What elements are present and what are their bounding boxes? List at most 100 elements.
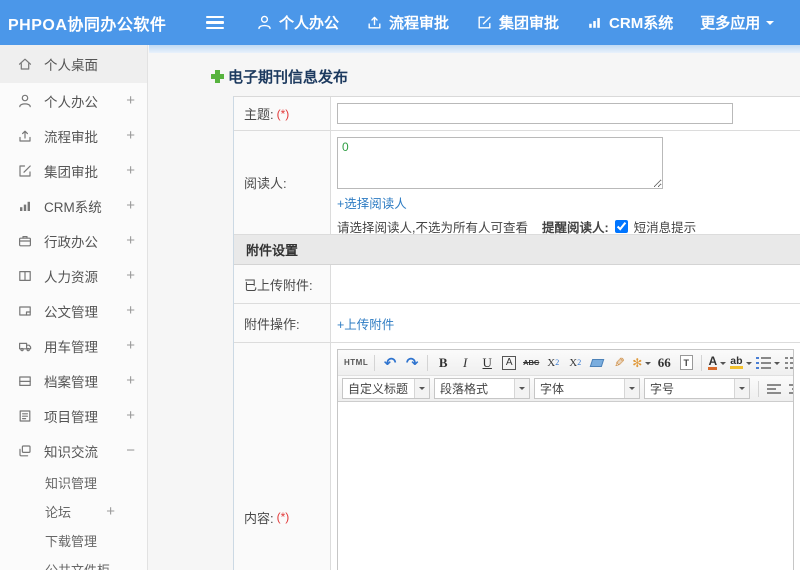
attachment-ops-label-cell: 附件操作: xyxy=(234,304,331,342)
expand-icon[interactable]: + xyxy=(126,372,135,389)
paragraph-format-select[interactable]: 段落格式 xyxy=(434,378,530,399)
nav-personal-office[interactable]: 个人办公 xyxy=(256,12,339,33)
sidebar-item-group-approval[interactable]: 集团审批 + xyxy=(0,153,147,188)
sidebar-item-document-mgmt[interactable]: 公文管理 + xyxy=(0,293,147,328)
eraser-button[interactable] xyxy=(587,353,607,373)
sidebar-item-admin-office[interactable]: 行政办公 + xyxy=(0,223,147,258)
sidebar-item-archive-mgmt[interactable]: 档案管理 + xyxy=(0,363,147,398)
sidebar-item-personal-office[interactable]: 个人办公 + xyxy=(0,83,147,118)
person-icon xyxy=(19,94,31,107)
required-mark: (*) xyxy=(276,510,290,524)
autoformat-button[interactable] xyxy=(631,353,652,373)
add-plus-icon xyxy=(211,70,224,83)
sidebar-item-hr[interactable]: 人力资源 + xyxy=(0,258,147,293)
sidebar-item-label: 行政办公 xyxy=(44,234,98,250)
menu-toggle-icon[interactable] xyxy=(206,15,224,30)
sidebar-subitem-forum[interactable]: 论坛 + xyxy=(0,497,147,526)
sidebar-item-project-mgmt[interactable]: 项目管理 + xyxy=(0,398,147,433)
ordered-list-icon xyxy=(755,356,771,369)
truck-icon xyxy=(19,342,32,351)
nav-more-apps[interactable]: 更多应用 xyxy=(700,12,775,33)
caret-down-icon xyxy=(624,379,639,398)
expand-icon[interactable]: + xyxy=(126,197,135,214)
caret-down-icon xyxy=(414,379,429,398)
sidebar-item-workflow-approval[interactable]: 流程审批 + xyxy=(0,118,147,153)
sidebar-subitem-public-cabinet[interactable]: 公共文件柜 xyxy=(0,555,147,570)
edit-square-icon xyxy=(478,16,491,29)
expand-icon[interactable]: + xyxy=(126,92,135,109)
sidebar-subitem-download-mgmt[interactable]: 下载管理 xyxy=(0,526,147,555)
nav-crm-system[interactable]: CRM系统 xyxy=(586,12,673,33)
size-select-value: 字号 xyxy=(650,382,675,396)
nav-workflow-approval[interactable]: 流程审批 xyxy=(366,12,449,33)
bar-chart-icon xyxy=(20,201,30,211)
editor-toolbar-row2: 自定义标题 段落格式 字体 字号 xyxy=(338,376,793,402)
uploaded-attachments-value xyxy=(331,265,800,303)
font-size-select[interactable]: 字号 xyxy=(644,378,750,399)
font-family-select[interactable]: 字体 xyxy=(534,378,640,399)
html-source-button[interactable]: HTML xyxy=(343,353,369,373)
nav-label: 流程审批 xyxy=(389,15,450,32)
align-left-button[interactable] xyxy=(764,379,784,399)
readers-label-cell: 阅读人: xyxy=(234,131,331,234)
paste-text-button[interactable] xyxy=(676,353,696,373)
subscript-button[interactable]: X2 xyxy=(565,353,585,373)
expand-icon[interactable]: + xyxy=(126,302,135,319)
sidebar-item-desktop[interactable]: 个人桌面 xyxy=(0,45,147,83)
align-center-button[interactable] xyxy=(786,379,793,399)
subject-input[interactable] xyxy=(337,103,733,124)
expand-icon[interactable]: + xyxy=(126,127,135,144)
sidebar-subitem-label: 公共文件柜 xyxy=(45,560,115,570)
expand-icon[interactable]: + xyxy=(126,407,135,424)
caret-down-icon xyxy=(773,361,780,368)
bold-button[interactable]: B xyxy=(433,353,453,373)
select-readers-link[interactable]: +选择阅读人 xyxy=(337,193,407,212)
subject-row: 主题: (*) xyxy=(234,97,800,131)
home-icon xyxy=(18,58,32,70)
expand-icon[interactable]: + xyxy=(106,503,115,520)
strikethrough-button[interactable]: ABC xyxy=(521,353,541,373)
sidebar-item-crm[interactable]: CRM系统 + xyxy=(0,188,147,223)
sidebar-subitem-knowledge-mgmt[interactable]: 知识管理 xyxy=(0,468,147,497)
heading-select[interactable]: 自定义标题 xyxy=(342,378,430,399)
sidebar-item-knowledge-exchange[interactable]: 知识交流 − xyxy=(0,433,147,468)
unordered-list-button[interactable] xyxy=(783,353,793,373)
format-painter-button[interactable] xyxy=(609,353,629,373)
font-style-button[interactable]: A xyxy=(499,353,519,373)
brush-icon xyxy=(614,355,625,371)
readers-textarea[interactable]: 0 xyxy=(337,137,663,189)
caret-down-icon xyxy=(766,20,775,29)
archive-icon xyxy=(19,375,31,386)
undo-icon[interactable] xyxy=(380,353,400,373)
readers-hint-line: 请选择阅读人,不选为所有人可查看 提醒阅读人: 短消息提示 xyxy=(337,217,800,234)
redo-icon[interactable] xyxy=(402,353,422,373)
caret-down-icon xyxy=(720,361,727,368)
expand-icon[interactable]: + xyxy=(126,267,135,284)
blockquote-button[interactable]: 66 xyxy=(654,353,674,373)
content-top-strip xyxy=(149,45,800,53)
expand-icon[interactable]: + xyxy=(126,337,135,354)
columns-book-icon xyxy=(19,270,31,281)
sidebar-subitem-label: 下载管理 xyxy=(45,534,98,549)
collapse-icon[interactable]: − xyxy=(126,442,135,459)
sidebar-item-label: CRM系统 xyxy=(44,199,102,215)
sms-notify-checkbox[interactable] xyxy=(614,220,628,233)
content-label: 内容: xyxy=(244,510,274,526)
sidebar-item-vehicle-mgmt[interactable]: 用车管理 + xyxy=(0,328,147,363)
sidebar-item-label: 个人桌面 xyxy=(44,58,98,73)
magic-wand-icon xyxy=(632,356,642,370)
superscript-button[interactable]: X2 xyxy=(543,353,563,373)
expand-icon[interactable]: + xyxy=(126,232,135,249)
ordered-list-button[interactable] xyxy=(755,353,781,373)
highlight-color-button[interactable]: ab xyxy=(729,353,752,373)
page-title-bar: 电子期刊信息发布 xyxy=(149,53,800,96)
font-color-button[interactable]: A xyxy=(707,353,727,373)
upload-attachment-link[interactable]: +上传附件 xyxy=(337,314,394,333)
italic-button[interactable]: I xyxy=(455,353,475,373)
nav-label: CRM系统 xyxy=(609,15,674,32)
nav-group-approval[interactable]: 集团审批 xyxy=(476,12,559,33)
remind-readers-label: 提醒阅读人: xyxy=(541,221,609,234)
editor-content-area[interactable] xyxy=(338,402,793,570)
expand-icon[interactable]: + xyxy=(126,162,135,179)
underline-button[interactable]: U xyxy=(477,353,497,373)
